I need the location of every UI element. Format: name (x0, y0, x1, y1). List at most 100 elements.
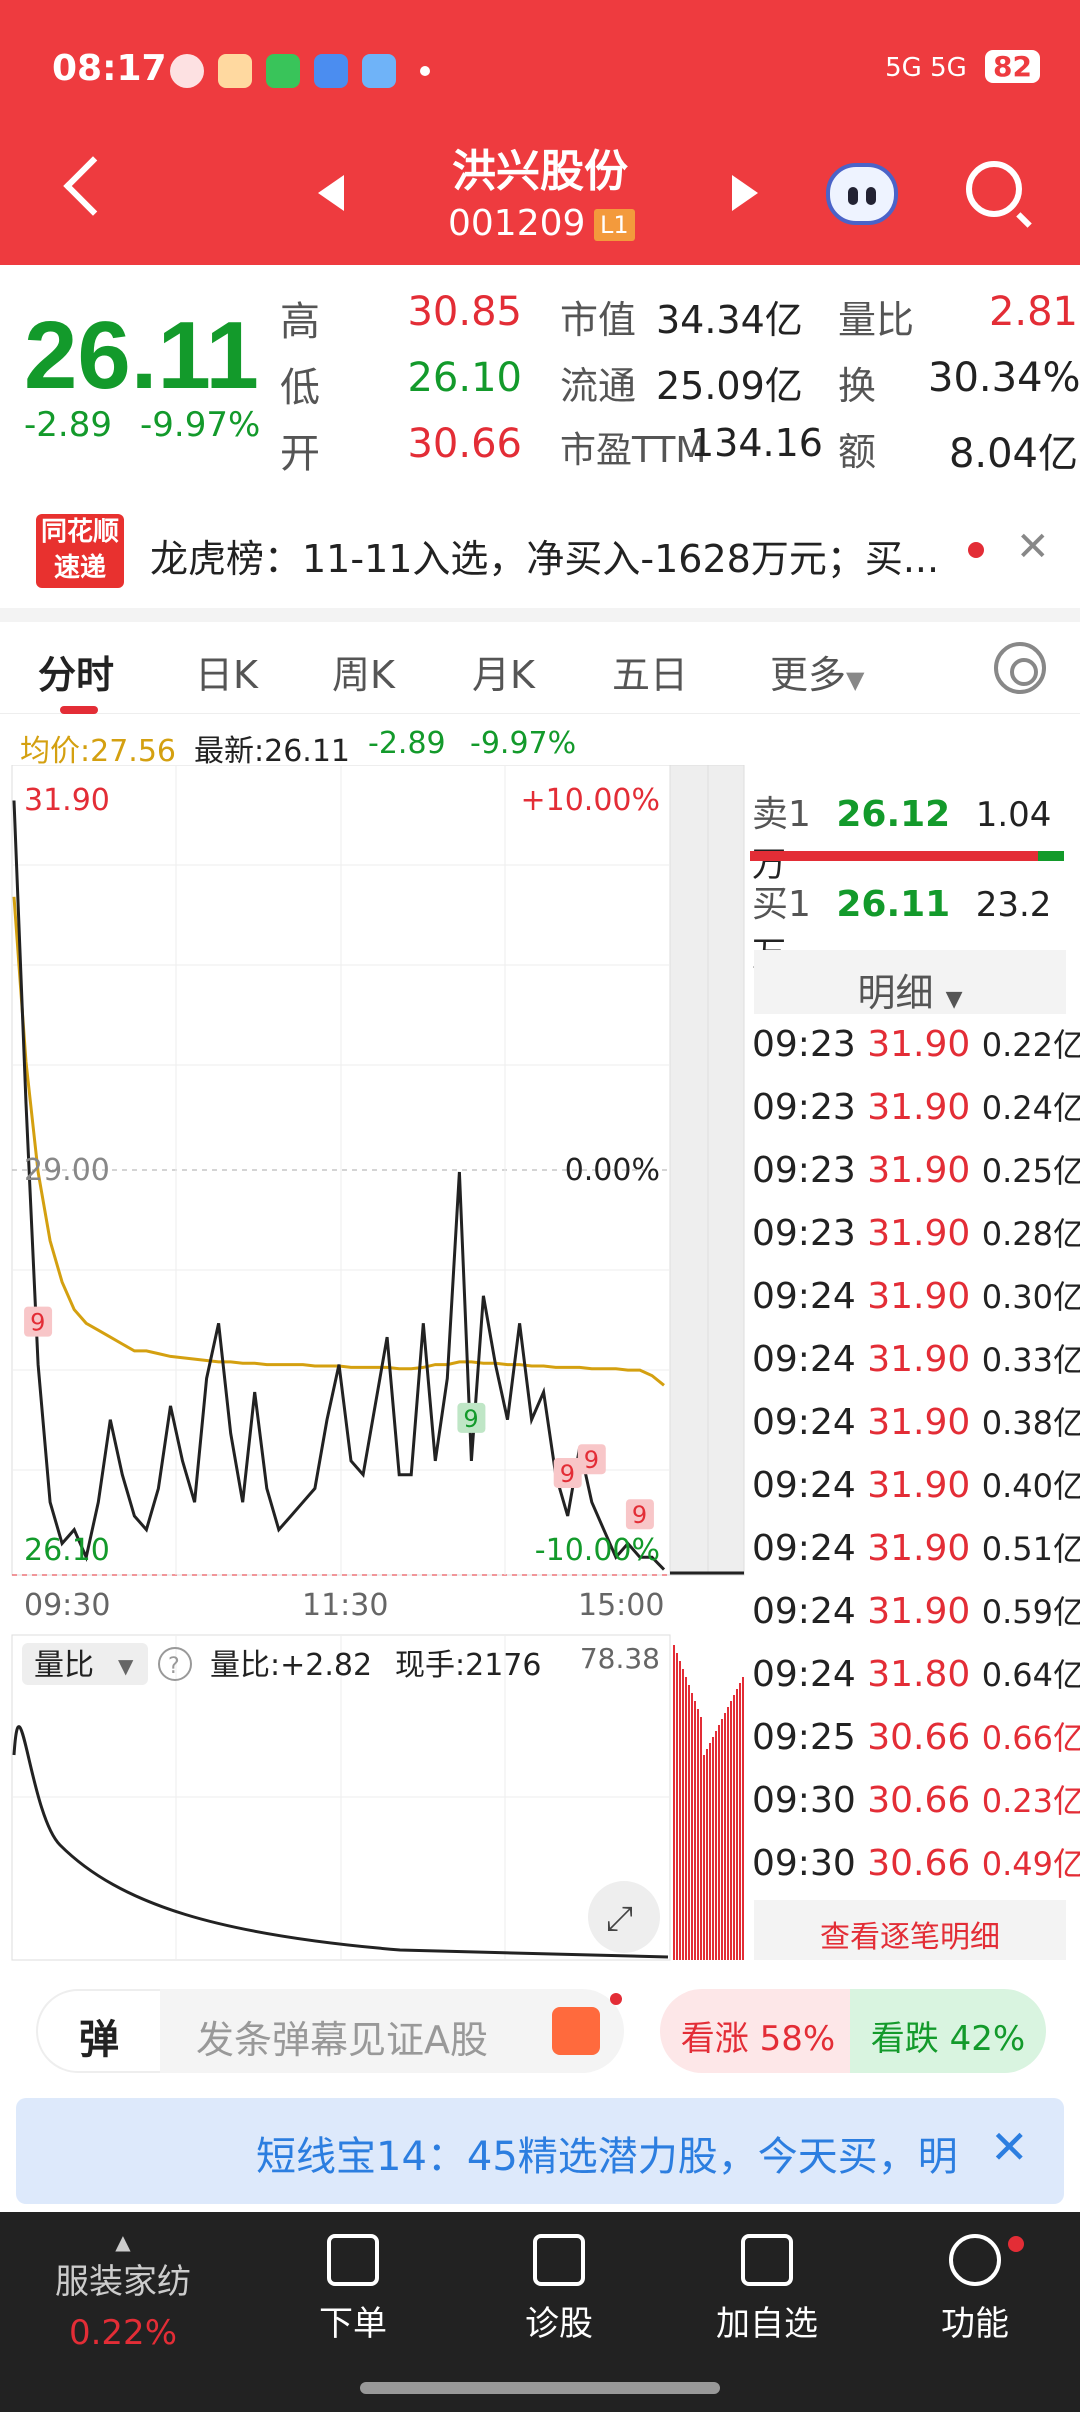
tab-intraday[interactable]: 分时 (38, 644, 114, 699)
tick-time: 09:23 (752, 1024, 856, 1065)
weather-icon (362, 54, 396, 88)
open-value: 30.66 (407, 421, 522, 467)
tick-row: 09:24 31.90 0.40亿 (752, 1461, 1080, 1507)
add-watchlist-button[interactable]: 加自选 (682, 2234, 852, 2345)
settings-icon[interactable] (994, 642, 1046, 694)
chart-tabs: 分时 日K 周K 月K 五日 更多▼ (0, 622, 1080, 714)
danmu-icon[interactable]: 弹 (36, 1989, 162, 2073)
tick-row: 09:24 31.80 0.64亿 (752, 1650, 1080, 1696)
tick-volume: 0.28亿 (981, 1215, 1080, 1253)
chevron-up-icon: ▲ (115, 2230, 131, 2254)
tick-time: 09:24 (752, 1654, 856, 1695)
menu-icon (949, 2234, 1001, 2286)
tick-price: 31.90 (867, 1591, 971, 1632)
close-icon[interactable]: ✕ (990, 2120, 1029, 2174)
tab-monthly-k[interactable]: 月K (472, 644, 535, 699)
battery-icon: 82 (985, 50, 1040, 83)
files-icon (314, 54, 348, 88)
tick-price: 30.66 (867, 1717, 971, 1758)
tick-row: 09:24 31.90 0.51亿 (752, 1524, 1080, 1570)
danmu-bar: 弹 发条弹幕见证A股 看涨 58% 看跌 42% (0, 1975, 1080, 2095)
detail-dropdown[interactable]: 明细 ▼ (754, 950, 1066, 1015)
x-label-end: 15:00 (578, 1588, 664, 1623)
avg-info-bar: 均价:27.56 最新:26.11 -2.89 -9.97% (0, 722, 760, 769)
tab-more[interactable]: 更多▼ (770, 644, 864, 699)
tick-price: 31.90 (867, 1402, 971, 1443)
news-banner[interactable]: 同花顺速递 龙虎榜：11-11入选，净买入-1628万元；买... ✕ (0, 500, 1080, 600)
order-button[interactable]: 下单 (268, 2234, 438, 2345)
top-header: 08:17 5G 5G 82 洪兴股份 001209 L1 (0, 0, 1080, 265)
stock-nav: 洪兴股份 001209 L1 (0, 135, 1080, 255)
indicator-select-label: 量比 (34, 1648, 94, 1683)
tab-five-day[interactable]: 五日 (612, 644, 688, 699)
signal-indicators: 5G 5G 82 (885, 50, 1040, 83)
tick-price: 30.66 (867, 1780, 971, 1821)
divider (0, 608, 1080, 622)
pct-bottom-label: -10.00% (535, 1533, 660, 1568)
function-button[interactable]: 功能 (890, 2234, 1060, 2345)
tick-time: 09:23 (752, 1150, 856, 1191)
ai-robot-icon[interactable] (826, 163, 898, 225)
tick-price: 31.90 (867, 1276, 971, 1317)
promo-text[interactable]: 短线宝14：45精选潜力股，今天买，明 (256, 2124, 956, 2182)
price-mid-label: 29.00 (24, 1153, 110, 1188)
tick-time: 09:30 (752, 1843, 856, 1884)
tab-weekly-k[interactable]: 周K (332, 644, 395, 699)
tick-time: 09:24 (752, 1402, 856, 1443)
tick-price: 31.90 (867, 1087, 971, 1128)
sector-name: 服装家纺 (55, 2262, 191, 2302)
tick-time: 09:24 (752, 1339, 856, 1380)
tick-volume: 0.22亿 (981, 1026, 1080, 1064)
mcap-value: 34.34亿 (656, 298, 803, 342)
next-stock-icon[interactable] (732, 175, 758, 211)
pe-value: 134.16 (690, 421, 823, 465)
tick-volume: 0.59亿 (981, 1593, 1080, 1631)
diagnose-button[interactable]: 诊股 (474, 2234, 644, 2345)
turnover-value: 30.34% (928, 355, 1080, 401)
tick-price: 31.80 (867, 1654, 971, 1695)
signal-icon: 5G 5G (885, 53, 967, 83)
close-icon[interactable]: ✕ (1016, 524, 1050, 570)
amount-label: 额 (838, 430, 877, 474)
add-watchlist-label: 加自选 (716, 2304, 818, 2344)
bearish-vote-button[interactable]: 看跌 42% (850, 1989, 1046, 2073)
chevron-down-icon: ▼ (118, 1654, 134, 1678)
price-top-label: 31.90 (24, 783, 110, 818)
intraday-chart[interactable]: 999 99 31.90 29.00 26.10 +10.00% 0.00% -1… (0, 765, 745, 1965)
sell1-row: 卖1 26.12 1.04万 (752, 785, 1080, 886)
view-all-ticks-button[interactable]: 查看逐笔明细 (754, 1900, 1066, 1960)
tick-price: 31.90 (867, 1150, 971, 1191)
tick-row: 09:24 31.90 0.59亿 (752, 1587, 1080, 1633)
diagnose-icon (533, 2234, 585, 2286)
wechat-icon (170, 54, 204, 88)
news-text[interactable]: 龙虎榜：11-11入选，净买入-1628万元；买... (150, 528, 950, 583)
tick-volume: 0.64亿 (981, 1656, 1080, 1694)
amount-value: 8.04亿 (948, 431, 1078, 477)
tick-volume: 0.25亿 (981, 1152, 1080, 1190)
signal-marker-label: 9 (584, 1446, 599, 1474)
more-dot-icon (420, 66, 430, 76)
tick-row: 09:23 31.90 0.25亿 (752, 1146, 1080, 1192)
vol-ratio-value: 量比:+2.82 (210, 1648, 372, 1683)
status-bar: 08:17 5G 5G 82 (0, 40, 1080, 100)
promo-banner[interactable]: 短线宝14：45精选潜力股，今天买，明 ✕ (16, 2098, 1064, 2204)
avg-price: 均价:27.56 (20, 734, 176, 769)
tick-volume: 0.24亿 (981, 1089, 1080, 1127)
tick-time: 09:24 (752, 1465, 856, 1506)
tick-price: 30.66 (867, 1843, 971, 1884)
low-value: 26.10 (407, 355, 522, 401)
gift-icon[interactable] (552, 2007, 600, 2055)
tab-daily-k[interactable]: 日K (195, 644, 258, 699)
tick-time: 09:24 (752, 1276, 856, 1317)
volratio-label: 量比 (838, 298, 915, 342)
chevron-down-icon: ▼ (846, 666, 865, 694)
tick-row: 09:25 30.66 0.66亿 (752, 1713, 1080, 1759)
depth-bar-sell (1038, 851, 1064, 861)
bullish-vote-button[interactable]: 看涨 58% (660, 1989, 856, 2073)
tick-time: 09:23 (752, 1213, 856, 1254)
wallet-icon (218, 54, 252, 88)
signal-marker-label: 9 (463, 1405, 478, 1433)
search-icon[interactable] (966, 161, 1022, 217)
sector-info[interactable]: ▲ 服装家纺 0.22% (38, 2230, 208, 2353)
home-indicator[interactable] (360, 2382, 720, 2394)
